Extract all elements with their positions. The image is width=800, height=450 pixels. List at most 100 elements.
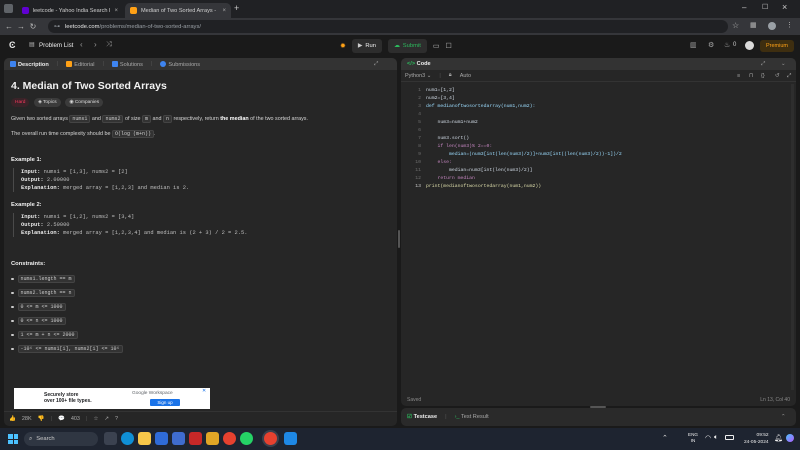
chat-icon[interactable]: ☐ (445, 42, 451, 50)
example-2-heading: Example 2: (11, 202, 42, 208)
notification-bell-icon[interactable]: 🔔︎ (774, 434, 783, 442)
maximize-panel-icon[interactable]: ⤢ (374, 61, 378, 68)
example-1-heading: Example 1: (11, 157, 42, 163)
bookmark-icon[interactable]: ⊓ (749, 73, 753, 79)
submit-button[interactable]: ☁ Submit (387, 39, 427, 53)
leetcode-logo-icon[interactable]: Ͼ (9, 40, 16, 50)
problem-list-icon[interactable]: ▤ (29, 41, 35, 48)
like-icon[interactable]: 👍 (9, 416, 16, 422)
panel-splitter[interactable] (398, 230, 400, 248)
whatsapp-icon[interactable] (240, 432, 253, 445)
language-select[interactable]: Python3 ⌄ (405, 73, 431, 79)
taskbar-search-box[interactable]: ⌕ Search (24, 432, 98, 446)
fullscreen-icon[interactable]: ⤢ (787, 73, 791, 80)
code-line: median=num3[int(len(num3)/2)] (426, 168, 533, 173)
code-editor[interactable]: 1 2 3 4 5 6 7 8 9 10 11 12 13 num1=[1,2]… (401, 84, 796, 390)
bookmark-star-icon[interactable]: ☆ (732, 21, 739, 30)
browser-menu-icon[interactable]: ⋮ (786, 21, 793, 29)
editor-scrollbar[interactable] (791, 84, 794, 390)
battery-icon[interactable] (725, 435, 734, 440)
reload-icon[interactable]: ↻ (27, 22, 39, 31)
submit-label: Submit (402, 43, 421, 49)
comment-icon[interactable]: 💬 (58, 416, 65, 422)
yahoo-favicon-icon (22, 7, 29, 14)
tab-description[interactable]: Description (10, 60, 49, 68)
speaker-icon[interactable]: 🔈︎ (714, 434, 718, 442)
profile-icon[interactable] (768, 22, 776, 30)
companies-tag[interactable]: ◉ Companies (65, 98, 104, 107)
format-icon[interactable]: ≡ (737, 73, 740, 79)
dislike-icon[interactable]: 👎 (38, 416, 45, 422)
share-icon[interactable]: ↗ (104, 416, 109, 422)
minimize-window-icon[interactable]: – (742, 3, 746, 12)
ad-signup-button[interactable]: Sign up (150, 399, 180, 406)
wifi-icon[interactable]: ◠ (705, 434, 711, 442)
chrome-icon[interactable] (223, 432, 236, 445)
reset-icon[interactable]: ↺ (775, 73, 780, 79)
ad-close-icon[interactable]: ✕ (202, 388, 206, 394)
tab-testcase[interactable]: ☑ Testcase (407, 414, 437, 420)
run-label: Run (365, 43, 376, 49)
forward-arrow-icon[interactable]: → (15, 22, 27, 31)
edge-icon[interactable] (121, 432, 134, 445)
tab-editorial[interactable]: Editorial (66, 60, 94, 68)
show-hidden-icons[interactable]: ⌃ (662, 434, 668, 442)
play-icon: ▶ (357, 43, 363, 49)
description-panel: Description | Editorial | Solutions | Su… (4, 58, 397, 426)
lock-icon: 🔒︎ (448, 72, 452, 78)
extensions-icon[interactable]: ▦ (750, 21, 757, 29)
new-tab-button[interactable]: + (234, 3, 239, 13)
notes-icon[interactable]: ▭ (433, 42, 440, 50)
mcafee-icon[interactable] (189, 432, 202, 445)
tab-solutions[interactable]: Solutions (111, 60, 143, 68)
site-info-icon[interactable]: ⊶ (54, 23, 60, 30)
file-explorer-icon[interactable] (138, 432, 151, 445)
maximize-code-icon[interactable]: ⤢ (761, 61, 765, 68)
tab-test-result[interactable]: ›_ Test Result (455, 414, 489, 420)
favorite-star-icon[interactable]: ☆ (93, 416, 98, 422)
windows-start-icon[interactable] (8, 434, 18, 444)
vscode-icon[interactable] (172, 432, 185, 445)
debug-icon[interactable]: ✹ (340, 42, 346, 50)
language-indicator[interactable]: ENG IN (688, 432, 698, 444)
close-tab-icon[interactable]: × (222, 8, 226, 14)
streak-fire-icon[interactable]: ♨ (724, 41, 730, 49)
user-avatar[interactable] (745, 41, 754, 50)
settings-gear-icon[interactable]: ⚙ (708, 41, 714, 49)
expand-testcase-icon[interactable]: ⌃ (781, 414, 786, 420)
run-button[interactable]: ▶ Run (351, 39, 382, 53)
browser-tab-yahoo[interactable]: leetcode - Yahoo India Search R × (17, 3, 123, 18)
vscode-blue-icon[interactable] (284, 432, 297, 445)
next-problem-icon[interactable]: › (94, 40, 97, 49)
close-window-icon[interactable]: × (782, 2, 787, 12)
copilot-icon[interactable] (786, 434, 794, 442)
description-body: 4. Median of Two Sorted Arrays Hard ◈ To… (4, 70, 397, 367)
code-line: return median (426, 176, 475, 181)
chrome-active-icon[interactable] (264, 432, 277, 445)
close-tab-icon[interactable]: × (114, 8, 118, 14)
braces-icon[interactable]: {} (761, 73, 765, 79)
autocomplete-mode[interactable]: Auto (460, 73, 471, 79)
topics-tag[interactable]: ◈ Topics (34, 98, 61, 107)
store-icon[interactable] (155, 432, 168, 445)
browser-tab-leetcode[interactable]: Median of Two Sorted Arrays - × (125, 3, 231, 18)
difficulty-badge[interactable]: Hard (11, 98, 30, 107)
code-line: else: (426, 160, 452, 165)
explorer-folder-icon[interactable] (206, 432, 219, 445)
clock[interactable]: 09:52 24-05-2024 (744, 432, 769, 446)
browser-profile-icon[interactable] (4, 4, 13, 13)
shuffle-icon[interactable]: ⤨ (106, 41, 112, 49)
url-field[interactable]: ⊶ leetcode.com/problems/median-of-two-so… (48, 20, 728, 33)
premium-button[interactable]: Premium (760, 40, 794, 52)
back-arrow-icon[interactable]: ← (3, 22, 15, 31)
code-panel: </> Code ⤢ ⌄ Python3 ⌄ | 🔒︎ Auto ≡ ⊓ {} … (401, 58, 796, 406)
advertisement-banner[interactable]: Securely store over 100+ file types. Goo… (14, 388, 210, 409)
layout-icon[interactable]: ▥ (690, 41, 697, 49)
task-view-icon[interactable] (104, 432, 117, 445)
maximize-window-icon[interactable]: ☐ (762, 3, 768, 11)
help-icon[interactable]: ? (115, 416, 118, 422)
problem-list-link[interactable]: Problem List (39, 42, 73, 49)
prev-problem-icon[interactable]: ‹ (80, 40, 83, 49)
tab-submissions[interactable]: Submissions (160, 60, 200, 68)
more-options-icon[interactable]: ⌄ (781, 61, 786, 67)
